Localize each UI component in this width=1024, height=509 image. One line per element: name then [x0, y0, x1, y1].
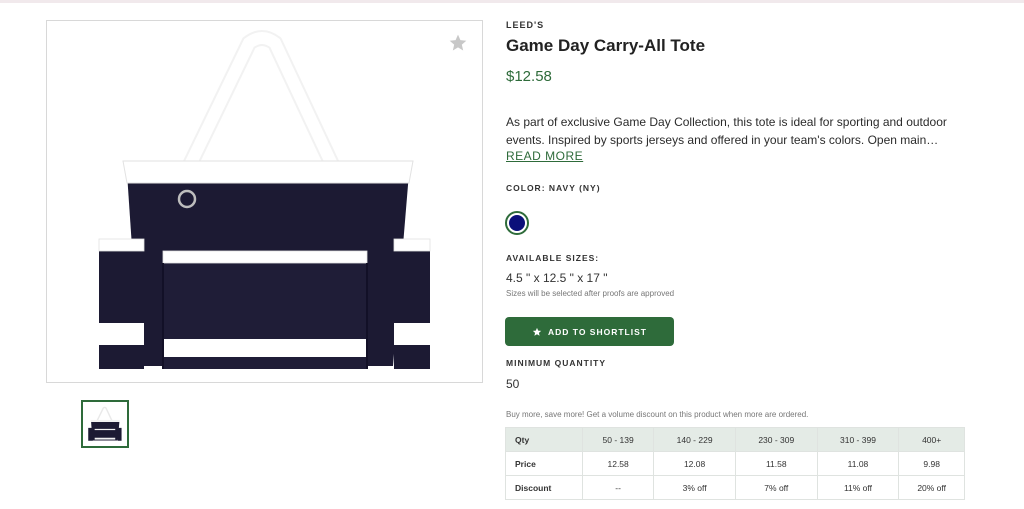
table-cell: 9.98: [898, 451, 965, 476]
brand-name: LEED'S: [506, 20, 545, 30]
volume-discount-note: Buy more, save more! Get a volume discou…: [506, 410, 809, 419]
table-cell: 11.58: [734, 451, 818, 476]
add-to-shortlist-button[interactable]: ADD TO SHORTLIST: [505, 317, 674, 346]
table-header-cell: 140 - 229: [653, 427, 736, 452]
table-cell: 3% off: [653, 475, 736, 500]
product-thumbnail[interactable]: [81, 400, 129, 448]
product-price: $12.58: [506, 68, 552, 85]
minimum-quantity-value: 50: [506, 377, 520, 391]
table-header-cell: 50 - 139: [581, 427, 655, 452]
table-cell: 7% off: [734, 475, 818, 500]
table-cell: 11% off: [816, 475, 900, 500]
star-icon: [532, 327, 542, 336]
swatch-color-dot: [509, 215, 525, 231]
product-description: As part of exclusive Game Day Collection…: [506, 115, 947, 147]
read-more-link[interactable]: READ MORE: [506, 149, 583, 163]
thumbnail-image: [88, 406, 122, 441]
table-header-cell: Qty: [505, 427, 583, 452]
table-cell: 12.58: [581, 451, 655, 476]
tote-bag-image: [98, 30, 431, 369]
product-title: Game Day Carry-All Tote: [506, 36, 706, 55]
table-header-cell: 400+: [898, 427, 965, 452]
top-divider: [0, 0, 1024, 3]
table-cell: 12.08: [653, 451, 736, 476]
table-cell: Discount: [505, 475, 583, 500]
size-value: 4.5 " x 12.5 " x 17 ": [506, 271, 608, 285]
table-row: Price 12.58 12.08 11.58 11.08 9.98: [505, 451, 965, 476]
table-cell: 11.08: [816, 451, 900, 476]
color-label: COLOR: NAVY (NY): [506, 183, 601, 193]
table-header-cell: 230 - 309: [734, 427, 818, 452]
table-cell: --: [581, 475, 655, 500]
size-note: Sizes will be selected after proofs are …: [506, 289, 675, 298]
color-swatch-navy[interactable]: [505, 211, 529, 235]
available-sizes-label: AVAILABLE SIZES:: [506, 253, 600, 263]
table-cell: Price: [505, 451, 583, 476]
table-header-cell: 310 - 399: [816, 427, 900, 452]
add-to-shortlist-label: ADD TO SHORTLIST: [548, 326, 647, 337]
volume-pricing-table: Qty 50 - 139 140 - 229 230 - 309 310 - 3…: [505, 427, 965, 500]
table-row: Qty 50 - 139 140 - 229 230 - 309 310 - 3…: [505, 427, 965, 452]
table-row: Discount -- 3% off 7% off 11% off 20% of…: [505, 475, 965, 500]
minimum-quantity-label: MINIMUM QUANTITY: [506, 358, 607, 368]
product-main-image: [46, 20, 483, 383]
table-cell: 20% off: [898, 475, 965, 500]
star-icon[interactable]: [448, 33, 468, 53]
